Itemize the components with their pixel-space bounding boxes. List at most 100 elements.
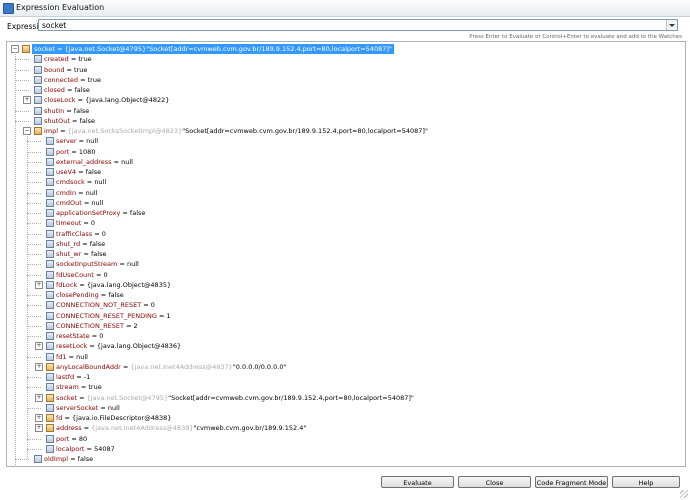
expand-icon[interactable]: + (35, 362, 43, 371)
tree-row[interactable]: lastfd = -1 (7, 372, 677, 382)
tree-row[interactable]: created = true (7, 54, 677, 64)
tree-row[interactable]: + fdLock = {java.lang.Object@4835} (7, 280, 677, 290)
tree-row[interactable]: useV4 = false (7, 167, 677, 177)
tree-row[interactable]: + anyLocalBoundAddr = {java.net.Inet4Addr… (7, 362, 677, 372)
tree-row[interactable]: CONNECTION_NOT_RESET = 0 (7, 300, 677, 310)
tree-row-text[interactable]: socket = {java.net.Socket@4795}"Socket[a… (56, 393, 414, 403)
tree-row-text[interactable]: impl = {java.net.SocksSocketImpl@4823}"S… (44, 126, 428, 136)
tree-row-text[interactable]: CONNECTION_RESET_PENDING = 1 (56, 311, 171, 321)
tree-row-text[interactable]: trafficClass = 0 (56, 229, 106, 239)
expand-icon[interactable]: + (35, 414, 43, 422)
tree-row[interactable]: fd1 = null (7, 352, 677, 362)
tree-row-text[interactable]: resetLock = {java.lang.Object@4836} (56, 341, 181, 351)
tree-row[interactable]: cmdIn = null (7, 188, 677, 198)
tree-row-text[interactable]: localport = 54087 (56, 444, 115, 454)
tree-row[interactable]: CONNECTION_RESET = 2 (7, 321, 677, 331)
expression-history-dropdown[interactable] (666, 20, 677, 30)
expand-icon[interactable]: + (23, 96, 31, 105)
tree-row[interactable]: oldImpl = false (7, 454, 677, 464)
evaluate-button[interactable]: Evaluate (381, 476, 454, 488)
tree-row[interactable]: bound = true (7, 65, 677, 75)
code-fragment-mode-button[interactable]: Code Fragment Mode (535, 476, 608, 488)
tree-row-text[interactable]: lastfd = -1 (56, 372, 90, 382)
tree-row-text[interactable]: closed = false (44, 85, 90, 95)
tree-row[interactable]: applicationSetProxy = false (7, 208, 677, 218)
tree-row[interactable]: fdUseCount = 0 (7, 270, 677, 280)
tree-row-text[interactable]: oldImpl = false (44, 454, 93, 464)
tree-row[interactable]: trafficClass = 0 (7, 229, 677, 239)
tree-row-text[interactable]: serverSocket = null (56, 403, 120, 413)
expand-icon[interactable]: + (35, 342, 43, 351)
tree-row[interactable]: + closeLock = {java.lang.Object@4822} (7, 95, 677, 105)
tree-row[interactable]: + resetLock = {java.lang.Object@4836} (7, 341, 677, 351)
tree-row-text[interactable]: useV4 = false (56, 167, 101, 177)
tree-row[interactable]: shut_rd = false (7, 239, 677, 249)
collapse-icon[interactable]: − (23, 127, 31, 135)
tree-row-text[interactable]: closePending = false (56, 290, 124, 300)
tree-row[interactable]: serverSocket = null (7, 403, 677, 413)
tree-row-text[interactable]: bound = true (44, 65, 87, 75)
tree-row[interactable]: connected = true (7, 75, 677, 85)
tree-row[interactable]: + socket = {java.net.Socket@4795}"Socket[… (7, 393, 677, 403)
tree-row[interactable]: port = 1080 (7, 147, 677, 157)
tree-row-text[interactable]: shutOut = false (44, 116, 95, 126)
tree-row-text[interactable]: shut_rd = false (56, 239, 105, 249)
tree-row[interactable]: shutIn = false (7, 106, 677, 116)
tree-row-text[interactable]: server = null (56, 136, 98, 146)
help-button[interactable]: Help (612, 476, 680, 488)
expand-icon[interactable]: + (35, 424, 43, 433)
tree-row[interactable]: external_address = null (7, 157, 677, 167)
tree-row[interactable]: timeout = 0 (7, 218, 677, 228)
expression-input[interactable]: socket (38, 19, 678, 31)
tree-row-text[interactable]: created = true (44, 54, 92, 64)
tree-row[interactable]: server = null (7, 136, 677, 146)
tree-row-text[interactable]: stream = true (56, 382, 102, 392)
expression-value[interactable]: socket (42, 21, 66, 30)
tree-row-text[interactable]: anyLocalBoundAddr = {java.net.Inet4Addre… (56, 362, 286, 372)
evaluation-result-tree[interactable]: − socket = {java.net.Socket@4795}"Socket[… (6, 41, 686, 467)
tree-row-text[interactable]: closeLock = {java.lang.Object@4822} (44, 95, 169, 105)
tree-row-text[interactable]: port = 1080 (56, 147, 95, 157)
tree-row[interactable]: shutOut = false (7, 116, 677, 126)
tree-row[interactable]: localport = 54087 (7, 444, 677, 454)
tree-row[interactable]: cmdOut = null (7, 198, 677, 208)
tree-row-text[interactable]: resetState = 0 (56, 331, 103, 341)
close-button[interactable]: Close (458, 476, 531, 488)
window-titlebar[interactable]: Expression Evaluation (0, 0, 690, 17)
tree-row-text[interactable]: external_address = null (56, 157, 133, 167)
tree-row[interactable]: − impl = {java.net.SocksSocketImpl@4823}"… (7, 126, 677, 136)
tree-row[interactable]: + fd = {java.io.FileDescriptor@4838} (7, 413, 677, 423)
tree-row-text[interactable]: fd1 = null (56, 352, 88, 362)
tree-row[interactable]: resetState = 0 (7, 331, 677, 341)
tree-row[interactable]: cmdsock = null (7, 177, 677, 187)
tree-row[interactable]: CONNECTION_RESET_PENDING = 1 (7, 311, 677, 321)
tree-row[interactable]: closed = false (7, 85, 677, 95)
tree-row-text[interactable]: socketInputStream = null (56, 259, 139, 269)
tree-row-text[interactable]: shut_wr = false (56, 249, 106, 259)
tree-row-text[interactable]: cmdIn = null (56, 188, 98, 198)
tree-row-text[interactable]: connected = true (44, 75, 101, 85)
tree-row-text[interactable]: timeout = 0 (56, 218, 95, 228)
expand-icon[interactable]: + (35, 393, 43, 402)
tree-row[interactable]: closePending = false (7, 290, 677, 300)
resize-grip[interactable] (680, 490, 688, 498)
tree-row-text[interactable]: fd = {java.io.FileDescriptor@4838} (56, 413, 171, 423)
tree-row-text[interactable]: cmdOut = null (56, 198, 103, 208)
tree-row[interactable]: socketInputStream = null (7, 259, 677, 269)
tree-row-text[interactable]: shutIn = false (44, 106, 89, 116)
tree-row-text[interactable]: fdUseCount = 0 (56, 270, 108, 280)
tree-row[interactable]: stream = true (7, 382, 677, 392)
tree-row-text[interactable]: port = 80 (56, 434, 87, 444)
tree-row[interactable]: + address = {java.net.Inet4Address@4839}"… (7, 423, 677, 433)
tree-row-text[interactable]: CONNECTION_NOT_RESET = 0 (56, 300, 155, 310)
tree-row[interactable]: shut_wr = false (7, 249, 677, 259)
tree-row-text[interactable]: socket = {java.net.Socket@4795}"Socket[a… (32, 44, 394, 54)
tree-row-text[interactable]: address = {java.net.Inet4Address@4839}"c… (56, 423, 306, 433)
tree-row-text[interactable]: applicationSetProxy = false (56, 208, 145, 218)
tree-row-text[interactable]: cmdsock = null (56, 177, 106, 187)
expand-icon[interactable]: + (35, 280, 43, 289)
tree-row-text[interactable]: fdLock = {java.lang.Object@4835} (56, 280, 171, 290)
tree-row[interactable]: − socket = {java.net.Socket@4795}"Socket[… (7, 44, 677, 54)
tree-row[interactable]: port = 80 (7, 434, 677, 444)
tree-row-text[interactable]: CONNECTION_RESET = 2 (56, 321, 138, 331)
